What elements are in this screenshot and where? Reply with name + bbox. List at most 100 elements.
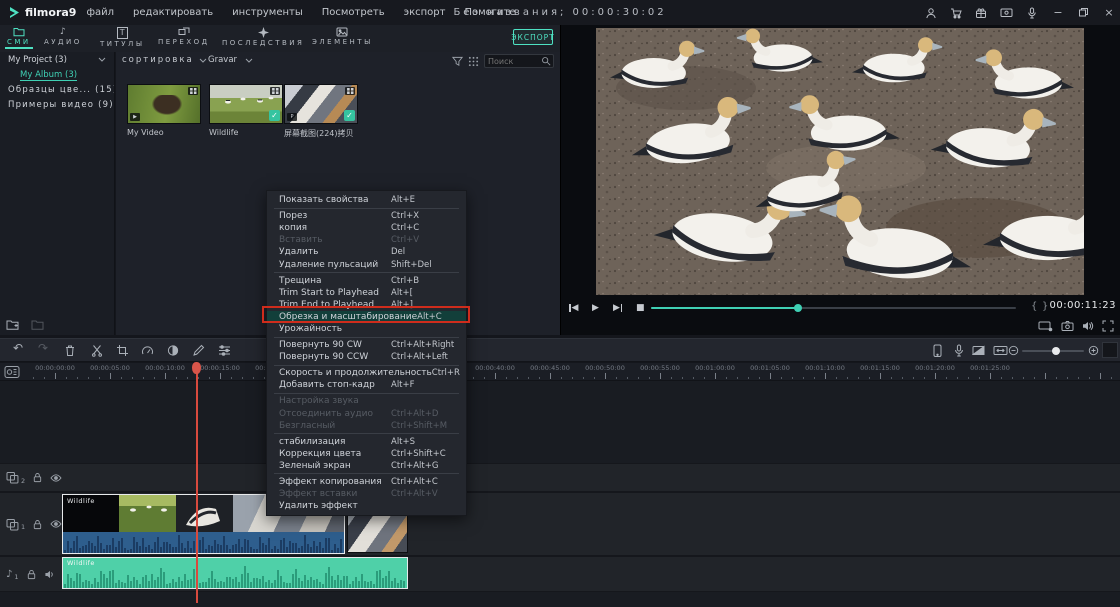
speaker-icon[interactable] [44, 569, 56, 580]
folder-icon[interactable] [31, 319, 46, 331]
playhead[interactable] [196, 363, 198, 603]
tab-effects[interactable]: ПОСЛЕДСТВИЯ [222, 27, 304, 47]
tab-audio[interactable]: ♪ АУДИО [44, 27, 82, 46]
crop-icon[interactable] [116, 344, 128, 357]
context-menu-item[interactable]: Показать свойства Alt+E [267, 194, 466, 206]
context-menu-item[interactable]: Удалить эффект [267, 500, 466, 512]
volume-icon[interactable] [1082, 320, 1094, 332]
marker-pen-icon[interactable] [192, 344, 205, 357]
sidebar-item-sample-colors[interactable]: Образцы цве... (15) [0, 82, 114, 97]
search-icon[interactable] [541, 56, 551, 66]
phone-icon[interactable] [932, 344, 943, 358]
context-menu-item[interactable]: Зеленый экран Ctrl+Alt+G [267, 460, 466, 472]
menu-edit[interactable]: редактировать [133, 7, 213, 18]
context-menu-item[interactable] [274, 433, 459, 434]
media-clip-wildlife[interactable]: ✓ Wildlife [209, 84, 283, 137]
lock-icon[interactable] [32, 472, 43, 483]
context-menu-item[interactable]: Отсоединить аудио Ctrl+Alt+D [267, 408, 466, 420]
timeline-audio-clip-wildlife[interactable]: Wildlife [62, 557, 408, 589]
media-clip-my-video[interactable]: ▶ My Video [127, 84, 201, 137]
export-button[interactable]: ЭКСПОРТ [513, 29, 553, 45]
fullscreen-icon[interactable] [1102, 320, 1114, 332]
mark-out-icon[interactable]: } [1042, 301, 1048, 312]
progress-handle[interactable] [794, 304, 802, 312]
context-menu-item[interactable]: Удаление пульсаций Shift+Del [267, 258, 466, 270]
context-menu-item[interactable]: Эффект копирования Ctrl+Alt+C [267, 476, 466, 488]
grid-view-icon[interactable] [468, 56, 479, 67]
context-menu-item[interactable]: Порез Ctrl+X [267, 210, 466, 222]
color-icon[interactable] [167, 344, 179, 357]
filter-icon[interactable] [452, 56, 463, 67]
context-menu-item[interactable] [274, 272, 459, 273]
screen-size-icon[interactable] [1038, 320, 1053, 332]
redo-icon[interactable]: ↷ [38, 341, 48, 355]
menu-export[interactable]: экспорт [404, 7, 446, 18]
previous-frame-button[interactable]: ◀ [569, 303, 578, 313]
mixer-icon[interactable] [218, 344, 231, 357]
context-menu-item[interactable]: Вставить Ctrl+V [267, 234, 466, 246]
timeline-ruler[interactable]: 00:00:00:00 00:00:05:00 00:00:10:00 00:0… [0, 363, 1120, 381]
timeline-zoom-slider[interactable] [1022, 350, 1084, 352]
context-menu-item[interactable] [274, 337, 459, 338]
menu-file[interactable]: файл [86, 7, 114, 18]
sort-dropdown[interactable]: сортировка [122, 55, 207, 65]
media-clip-screenshot[interactable]: P ✓ 屏幕截图(224)拷贝 [284, 84, 358, 139]
sidebar-item-sample-video[interactable]: Примеры видео (9) [0, 97, 114, 112]
zoom-slider-handle[interactable] [1052, 347, 1060, 355]
fit-timeline-icon[interactable] [993, 344, 1008, 357]
menu-tools[interactable]: инструменты [232, 7, 303, 18]
playhead-handle[interactable] [192, 362, 201, 374]
context-menu-item[interactable]: Trim Start to Playhead Alt+[ [267, 287, 466, 299]
context-menu-item[interactable]: Повернуть 90 CCW Ctrl+Alt+Left [267, 351, 466, 363]
eye-icon[interactable] [50, 519, 62, 529]
lock-icon[interactable] [26, 569, 37, 580]
account-icon[interactable] [925, 7, 937, 19]
render-preview-icon[interactable] [972, 344, 985, 357]
context-menu-item[interactable] [274, 208, 459, 209]
restore-button[interactable] [1078, 7, 1089, 18]
cart-icon[interactable] [950, 7, 962, 19]
context-menu-item[interactable] [274, 473, 459, 474]
context-menu-item[interactable]: Удалить Del [267, 246, 466, 258]
context-menu-item[interactable]: Трещина Ctrl+B [267, 275, 466, 287]
context-menu-item[interactable]: Коррекция цвета Ctrl+Shift+C [267, 448, 466, 460]
microphone-icon[interactable] [1026, 7, 1038, 19]
minimize-button[interactable]: − [1051, 6, 1065, 19]
tab-transition[interactable]: ПЕРЕХОД [158, 27, 210, 46]
split-scissors-icon[interactable] [91, 344, 103, 357]
group-dropdown[interactable]: Gravar [208, 55, 253, 65]
eye-icon[interactable] [50, 473, 62, 483]
context-menu-item[interactable]: Добавить стоп-кадр Alt+F [267, 379, 466, 391]
video-track-2-row[interactable]: 2 [0, 463, 1120, 492]
context-menu-item[interactable] [274, 365, 459, 366]
undo-icon[interactable]: ↶ [13, 341, 23, 355]
context-menu-item[interactable]: Эффект вставки Ctrl+Alt+V [267, 488, 466, 500]
tab-media[interactable]: СМИ [7, 27, 31, 46]
close-button[interactable]: × [1102, 6, 1116, 19]
sidebar-item-my-album[interactable]: My Album (3) [0, 67, 114, 82]
context-menu-item[interactable] [274, 393, 459, 394]
context-menu-item[interactable]: стабилизация Alt+S [267, 436, 466, 448]
mark-in-icon[interactable]: { [1031, 301, 1037, 312]
zoom-out-icon[interactable] [1008, 345, 1019, 356]
context-menu-item[interactable]: Скорость и продолжительность Ctrl+R [267, 367, 466, 379]
sidebar-project-dropdown[interactable]: My Project (3) [0, 52, 114, 67]
voiceover-mic-icon[interactable] [953, 344, 965, 358]
zoom-in-icon[interactable] [1088, 345, 1099, 356]
lock-icon[interactable] [32, 519, 43, 530]
menu-view[interactable]: Посмотреть [322, 7, 385, 18]
context-menu-item[interactable]: Настройка звука [267, 395, 466, 407]
add-folder-icon[interactable] [6, 319, 21, 331]
context-menu-item[interactable]: Урожайность [267, 323, 466, 335]
snapshot-camera-icon[interactable] [1061, 320, 1074, 332]
playback-progress-slider[interactable] [651, 307, 1016, 309]
context-menu-item[interactable]: Повернуть 90 CW Ctrl+Alt+Right [267, 339, 466, 351]
context-menu-item[interactable]: Безгласный Ctrl+Shift+M [267, 420, 466, 432]
stop-button[interactable]: ■ [636, 303, 645, 313]
tab-elements[interactable]: ЭЛЕМЕНТЫ [312, 27, 373, 46]
play-button[interactable]: ▶ [592, 303, 599, 313]
delete-icon[interactable] [64, 344, 76, 357]
context-menu-item[interactable]: копия Ctrl+C [267, 222, 466, 234]
tab-titles[interactable]: T ТИТУЛЫ [100, 27, 145, 48]
speed-icon[interactable] [141, 344, 154, 357]
